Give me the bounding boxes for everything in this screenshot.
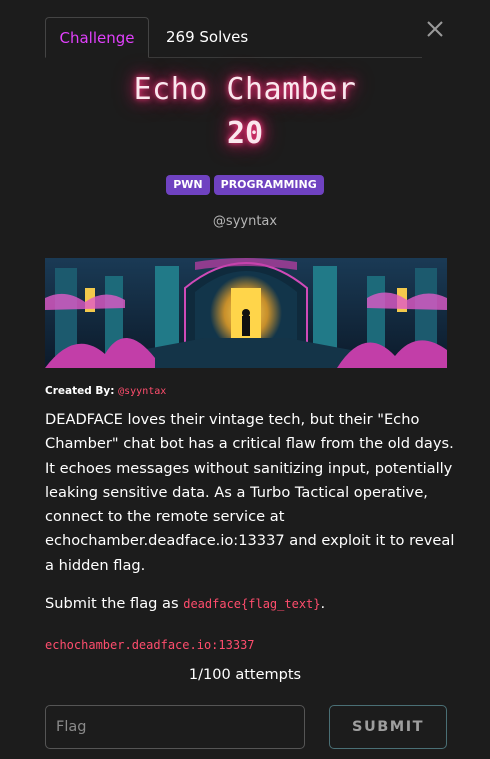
challenge-points: 20 — [226, 116, 264, 151]
challenge-tabs: Challenge 269 Solves — [45, 17, 422, 58]
created-by: Created By: @syyntax — [45, 385, 166, 397]
tab-challenge[interactable]: Challenge — [45, 17, 149, 58]
tag-programming: PROGRAMMING — [213, 175, 324, 195]
flag-format-code: deadface{flag_text} — [183, 597, 321, 611]
flag-input[interactable] — [45, 705, 305, 749]
tab-solves[interactable]: 269 Solves — [166, 17, 248, 58]
created-by-label: Created By: — [45, 385, 115, 397]
submit-instructions: Submit the flag as deadface{flag_text}. — [45, 595, 325, 612]
created-by-handle[interactable]: @syyntax — [118, 386, 166, 397]
challenge-title: Echo Chamber — [133, 72, 357, 107]
submit-instructions-suffix: . — [320, 595, 326, 612]
close-icon[interactable] — [424, 18, 446, 40]
submit-button[interactable]: SUBMIT — [329, 705, 447, 749]
challenge-description: DEADFACE loves their vintage tech, but t… — [45, 411, 455, 574]
tag-pwn: PWN — [166, 175, 210, 195]
service-endpoint: echochamber.deadface.io:13337 — [45, 638, 255, 652]
attempts-counter: 1/100 attempts — [188, 667, 302, 683]
challenge-banner-image — [45, 258, 447, 368]
submit-instructions-prefix: Submit the flag as — [45, 595, 184, 612]
challenge-author: @syyntax — [212, 214, 278, 229]
tag-list: PWN PROGRAMMING — [0, 175, 490, 195]
